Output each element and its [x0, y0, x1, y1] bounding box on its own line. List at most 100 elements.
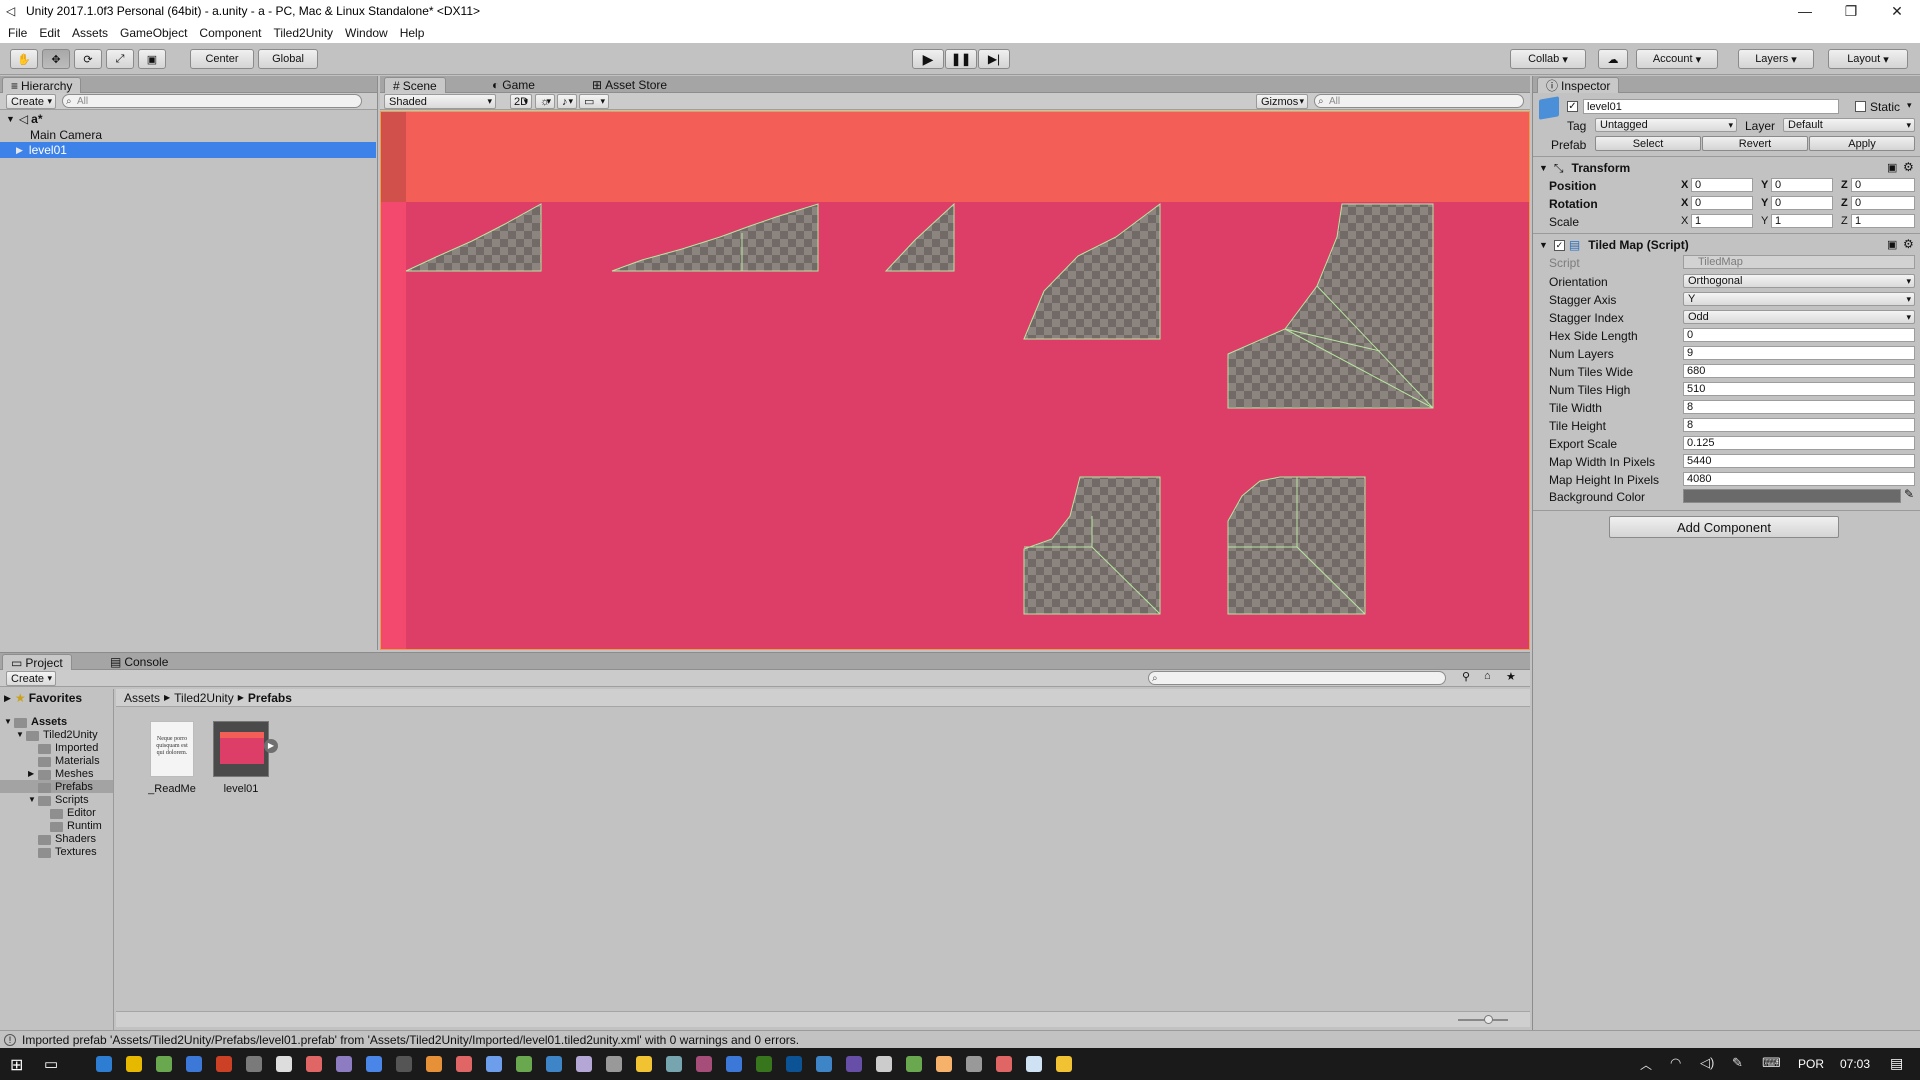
tab-project[interactable]: ▭ Project	[2, 654, 72, 670]
rotate-tool-icon[interactable]: ⟳	[74, 49, 102, 69]
menu-component[interactable]: Component	[193, 26, 267, 40]
maximize-button[interactable]: ❐	[1828, 0, 1874, 22]
gizmos-dropdown[interactable]: Gizmos	[1256, 94, 1308, 109]
scene-search-input[interactable]: All	[1314, 94, 1524, 108]
audio-icon[interactable]: ♪	[557, 94, 577, 109]
gear-icon[interactable]: ⚙	[1903, 160, 1914, 174]
notes-icon[interactable]	[1056, 1056, 1072, 1072]
rotation-x-field[interactable]: 0	[1691, 196, 1753, 210]
maps-icon[interactable]	[906, 1056, 922, 1072]
favorites-row[interactable]: ▶ ★ Favorites	[4, 690, 82, 706]
project-create-dropdown[interactable]: Create	[6, 671, 56, 686]
close-button[interactable]: ✕	[1874, 0, 1920, 22]
network-icon[interactable]: ◠	[1670, 1055, 1681, 1071]
component-enabled-checkbox[interactable]: ✓	[1553, 239, 1565, 251]
tree-item[interactable]: Textures	[0, 845, 113, 858]
property-dropdown[interactable]: Y	[1683, 292, 1915, 306]
add-component-button[interactable]: Add Component	[1609, 516, 1839, 538]
tree-item[interactable]: Shaders	[0, 832, 113, 845]
teams-icon[interactable]	[846, 1056, 862, 1072]
tree-item[interactable]: ▶ Meshes	[0, 767, 113, 780]
hierarchy-create-dropdown[interactable]: Create	[6, 94, 56, 109]
hierarchy-search-input[interactable]: All	[62, 94, 362, 108]
paint-icon[interactable]	[576, 1056, 592, 1072]
property-field[interactable]: 8	[1683, 400, 1915, 414]
store-icon[interactable]	[156, 1056, 172, 1072]
filter-label-icon[interactable]: ⌂	[1484, 670, 1491, 682]
rect-tool-icon[interactable]: ▣	[138, 49, 166, 69]
clock-app-icon[interactable]	[1026, 1056, 1042, 1072]
excel-icon[interactable]	[756, 1056, 772, 1072]
rotation-y-field[interactable]: 0	[1771, 196, 1833, 210]
hierarchy-item-selected[interactable]: ▶ level01	[0, 142, 376, 158]
scale-x-field[interactable]: 1	[1691, 214, 1753, 228]
chevron-down-icon[interactable]: ▾	[1907, 100, 1912, 111]
scene-viewport[interactable]	[380, 111, 1530, 650]
menu-window[interactable]: Window	[339, 26, 394, 40]
keyboard-icon[interactable]: ⌨	[1762, 1055, 1781, 1071]
steam-icon[interactable]	[366, 1056, 382, 1072]
unity-icon[interactable]	[276, 1056, 292, 1072]
rotation-z-field[interactable]: 0	[1851, 196, 1915, 210]
menu-assets[interactable]: Assets	[66, 26, 114, 40]
property-field[interactable]: 680	[1683, 364, 1915, 378]
move-tool-icon[interactable]: ✥	[42, 49, 70, 69]
camera-icon[interactable]	[966, 1056, 982, 1072]
weather-icon[interactable]	[936, 1056, 952, 1072]
bg-color-swatch[interactable]	[1683, 489, 1901, 503]
layer-dropdown[interactable]: Default	[1783, 118, 1915, 132]
prefab-select-button[interactable]: Select	[1595, 136, 1701, 151]
object-name-field[interactable]: level01	[1583, 99, 1839, 114]
tree-item[interactable]: Materials	[0, 754, 113, 767]
tab-console[interactable]: ▤ Console	[102, 654, 176, 670]
chrome-icon[interactable]	[306, 1056, 322, 1072]
scale-tool-icon[interactable]: ⤢	[106, 49, 134, 69]
breadcrumb-tiled2unity[interactable]: Tiled2Unity	[170, 691, 238, 705]
account-dropdown[interactable]: Account ▾	[1636, 49, 1718, 69]
project-search-input[interactable]	[1148, 671, 1446, 685]
menu-gameobject[interactable]: GameObject	[114, 26, 193, 40]
property-field[interactable]: 0	[1683, 328, 1915, 342]
transform-header[interactable]: ▼ ⤡ Transform	[1539, 160, 1919, 176]
status-message[interactable]: Imported prefab 'Assets/Tiled2Unity/Pref…	[22, 1033, 799, 1047]
image-effects-icon[interactable]: ▭	[579, 94, 609, 109]
discord-icon[interactable]	[486, 1056, 502, 1072]
powershell-icon[interactable]	[786, 1056, 802, 1072]
task-view-icon[interactable]: ▭	[44, 1055, 58, 1073]
git-icon[interactable]	[456, 1056, 472, 1072]
breadcrumb-assets[interactable]: Assets	[120, 691, 164, 705]
photos2-icon[interactable]	[996, 1056, 1012, 1072]
sun-icon[interactable]: ☼	[535, 94, 555, 109]
calculator-icon[interactable]	[606, 1056, 622, 1072]
tree-item[interactable]: Runtim	[0, 819, 113, 832]
space-global-button[interactable]: Global	[258, 49, 318, 69]
tab-hierarchy[interactable]: ≡ Hierarchy	[2, 77, 82, 93]
notepad-icon[interactable]	[246, 1056, 262, 1072]
help-icon[interactable]: ▣	[1887, 238, 1897, 251]
tab-game[interactable]: ◐ Game	[484, 77, 543, 93]
hierarchy-item[interactable]: Main Camera	[30, 127, 370, 143]
tag-dropdown[interactable]: Untagged	[1595, 118, 1737, 132]
tray-chevron-icon[interactable]: ︿	[1640, 1056, 1652, 1073]
breadcrumb-prefabs[interactable]: Prefabs	[244, 691, 296, 705]
toggle-2d-button[interactable]: 2D	[510, 94, 532, 109]
gear-icon[interactable]: ⚙	[1903, 237, 1914, 251]
star-icon[interactable]: ★	[1506, 670, 1516, 683]
onenote-icon[interactable]	[696, 1056, 712, 1072]
volume-icon[interactable]: ◁)	[1700, 1055, 1714, 1071]
tree-item[interactable]: Prefabs	[0, 780, 113, 793]
zoom-slider-handle[interactable]	[1484, 1015, 1493, 1024]
scene-root-row[interactable]: ▼ ◁ a*	[6, 111, 372, 127]
collab-dropdown[interactable]: Collab ▾	[1510, 49, 1586, 69]
layout-dropdown[interactable]: Layout ▾	[1828, 49, 1908, 69]
mail-icon[interactable]	[186, 1056, 202, 1072]
tab-asset-store[interactable]: ⊞ Asset Store	[584, 77, 675, 93]
expand-prefab-icon[interactable]: ▶	[264, 739, 278, 753]
cloud-icon[interactable]: ☁	[1598, 49, 1628, 69]
script-field[interactable]: TiledMap	[1683, 255, 1915, 269]
spotify-icon[interactable]	[516, 1056, 532, 1072]
clock[interactable]: 07:03	[1840, 1057, 1870, 1071]
menu-edit[interactable]: Edit	[33, 26, 66, 40]
word-icon[interactable]	[726, 1056, 742, 1072]
scale-z-field[interactable]: 1	[1851, 214, 1915, 228]
